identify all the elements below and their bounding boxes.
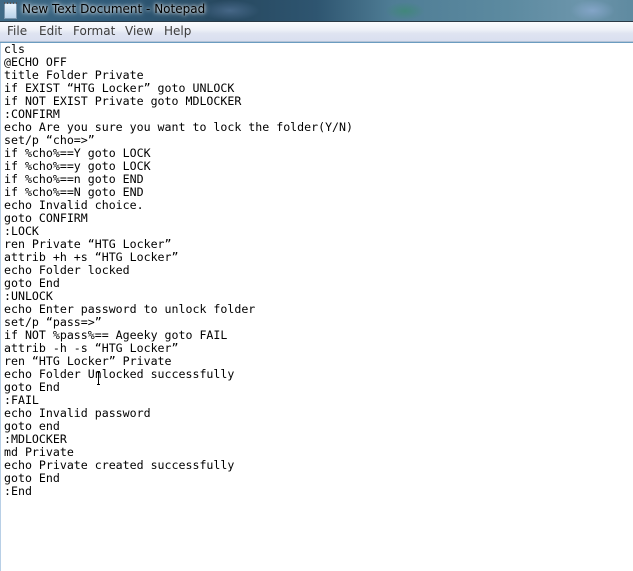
editor-line[interactable]: goto End [4,381,353,394]
editor-line[interactable]: goto End [4,472,353,485]
editor-content[interactable]: cls @ECHO OFF title Folder Private if EXIST… [4,43,353,498]
menu-format[interactable]: Format [73,24,115,38]
text-cursor-ibeam-icon [97,371,100,385]
title-bar[interactable]: New Text Document - Notepad [0,0,633,22]
menu-view[interactable]: View [125,24,153,38]
title-bar-glow [385,2,425,20]
menu-bar: File Edit Format View Help [0,22,633,44]
editor-line[interactable]: :End [4,485,353,498]
title-bar-glow [200,0,260,21]
editor-line[interactable]: goto End [4,277,353,290]
window-title: New Text Document - Notepad [22,2,206,16]
editor-line[interactable]: goto CONFIRM [4,212,353,225]
text-editor[interactable]: cls @ECHO OFF title Folder Private if EXIST… [0,43,633,571]
title-bar-glow [570,0,615,21]
menu-edit[interactable]: Edit [39,24,62,38]
menu-file[interactable]: File [7,24,27,38]
menu-help[interactable]: Help [164,24,191,38]
notepad-icon[interactable] [4,2,17,19]
